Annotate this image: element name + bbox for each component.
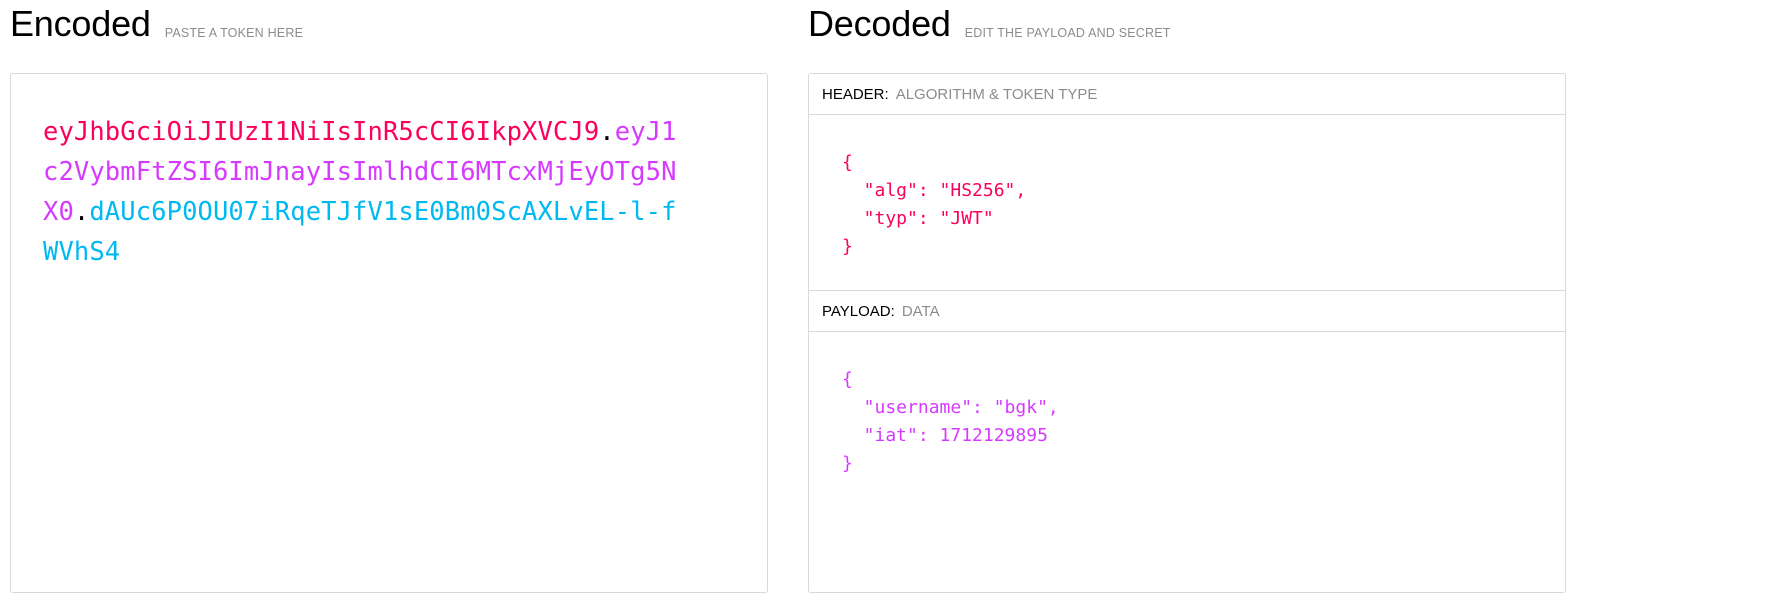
token-dot-2: . bbox=[73, 197, 90, 227]
payload-json-line: "iat": 1712129895 bbox=[842, 425, 1048, 446]
decoded-subtitle: EDIT THE PAYLOAD AND SECRET bbox=[964, 26, 1171, 40]
encoded-title-row: Encoded PASTE A TOKEN HERE bbox=[10, 0, 768, 44]
payload-json-line: { bbox=[842, 369, 853, 390]
payload-section-label: PAYLOAD: bbox=[822, 302, 895, 320]
payload-json[interactable]: { "username": "bgk", "iat": 1712129895 } bbox=[842, 366, 1059, 478]
token-input-area[interactable]: eyJhbGciOiJIUzI1NiIsInR5cCI6IkpXVCJ9.eyJ… bbox=[10, 73, 768, 593]
payload-json-line: "username": "bgk", bbox=[842, 397, 1059, 418]
header-section-description: ALGORITHM & TOKEN TYPE bbox=[895, 85, 1098, 103]
header-json-line: { bbox=[842, 152, 853, 173]
encoded-panel: Encoded PASTE A TOKEN HERE eyJhbGciOiJIU… bbox=[10, 0, 768, 593]
decoded-title: Decoded bbox=[808, 3, 951, 44]
header-json-editor[interactable]: { "alg": "HS256", "typ": "JWT" } bbox=[809, 115, 1565, 291]
decoded-box: HEADER: ALGORITHM & TOKEN TYPE { "alg": … bbox=[808, 73, 1566, 593]
token-signature-part: dAUc6P0OU07iRqeTJfV1sE0Bm0ScAXLvEL-l-fWV… bbox=[43, 197, 677, 267]
header-json[interactable]: { "alg": "HS256", "typ": "JWT" } bbox=[842, 149, 1026, 261]
decoded-title-row: Decoded EDIT THE PAYLOAD AND SECRET bbox=[808, 0, 1566, 44]
header-section-label: HEADER: bbox=[822, 85, 889, 103]
header-json-line: } bbox=[842, 236, 853, 257]
payload-section-description: DATA bbox=[901, 302, 940, 320]
decoded-panel: Decoded EDIT THE PAYLOAD AND SECRET HEAD… bbox=[808, 0, 1566, 593]
payload-json-line: } bbox=[842, 453, 853, 474]
encoded-subtitle: PASTE A TOKEN HERE bbox=[164, 26, 304, 40]
token-dot-1: . bbox=[599, 117, 615, 147]
token-header-part: eyJhbGciOiJIUzI1NiIsInR5cCI6IkpXVCJ9 bbox=[43, 117, 600, 147]
payload-section-heading: PAYLOAD: DATA bbox=[809, 291, 1565, 332]
header-json-line: "typ": "JWT" bbox=[842, 208, 994, 229]
header-json-line: "alg": "HS256", bbox=[842, 180, 1027, 201]
header-section-heading: HEADER: ALGORITHM & TOKEN TYPE bbox=[809, 74, 1565, 115]
payload-json-editor[interactable]: { "username": "bgk", "iat": 1712129895 } bbox=[809, 332, 1565, 592]
encoded-token[interactable]: eyJhbGciOiJIUzI1NiIsInR5cCI6IkpXVCJ9.eyJ… bbox=[43, 112, 683, 272]
encoded-title: Encoded bbox=[10, 3, 151, 44]
